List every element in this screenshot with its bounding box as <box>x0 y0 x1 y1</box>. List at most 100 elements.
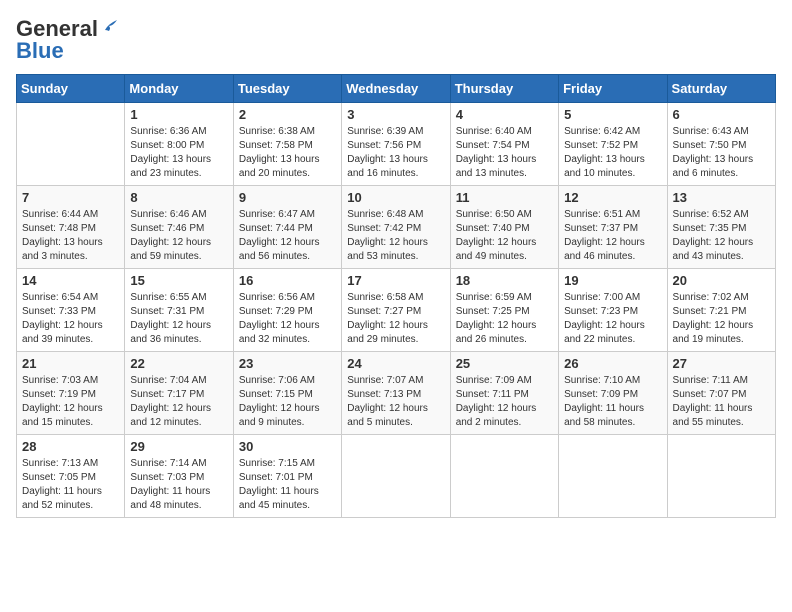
day-number: 24 <box>347 356 444 371</box>
calendar-cell: 22Sunrise: 7:04 AM Sunset: 7:17 PM Dayli… <box>125 352 233 435</box>
logo-blue: Blue <box>16 38 64 64</box>
day-info: Sunrise: 6:44 AM Sunset: 7:48 PM Dayligh… <box>22 208 119 264</box>
calendar-cell: 9Sunrise: 6:47 AM Sunset: 7:44 PM Daylig… <box>233 186 341 269</box>
day-number: 5 <box>564 107 661 122</box>
day-number: 9 <box>239 190 336 205</box>
day-number: 30 <box>239 439 336 454</box>
day-number: 4 <box>456 107 553 122</box>
calendar-cell: 27Sunrise: 7:11 AM Sunset: 7:07 PM Dayli… <box>667 352 775 435</box>
day-info: Sunrise: 6:48 AM Sunset: 7:42 PM Dayligh… <box>347 208 444 264</box>
calendar-cell <box>342 435 450 518</box>
calendar-cell <box>450 435 558 518</box>
calendar-cell: 26 Sunrise: 7:10 AM Sunset: 7:09 PM Dayli… <box>559 352 667 435</box>
day-info: Sunrise: 6:50 AM Sunset: 7:40 PM Dayligh… <box>456 208 553 264</box>
calendar-week-2: 7 Sunrise: 6:44 AM Sunset: 7:48 PM Daylig… <box>17 186 776 269</box>
day-number: 14 <box>22 273 119 288</box>
calendar-cell: 14 Sunrise: 6:54 AM Sunset: 7:33 PM Dayli… <box>17 269 125 352</box>
day-number: 28 <box>22 439 119 454</box>
page-header: General Blue <box>16 16 776 64</box>
day-number: 18 <box>456 273 553 288</box>
day-info: Sunrise: 6:42 AM Sunset: 7:52 PM Dayligh… <box>564 125 661 181</box>
day-number: 11 <box>456 190 553 205</box>
day-info: Sunrise: 6:55 AM Sunset: 7:31 PM Dayligh… <box>130 291 227 347</box>
day-number: 21 <box>22 356 119 371</box>
day-number: 29 <box>130 439 227 454</box>
day-number: 8 <box>130 190 227 205</box>
day-number: 6 <box>673 107 770 122</box>
calendar-cell: 10 Sunrise: 6:48 AM Sunset: 7:42 PM Dayli… <box>342 186 450 269</box>
weekday-monday: Monday <box>125 75 233 103</box>
calendar-cell <box>667 435 775 518</box>
day-info: Sunrise: 7:02 AM Sunset: 7:21 PM Dayligh… <box>673 291 770 347</box>
calendar-cell: 7 Sunrise: 6:44 AM Sunset: 7:48 PM Daylig… <box>17 186 125 269</box>
day-number: 17 <box>347 273 444 288</box>
day-number: 25 <box>456 356 553 371</box>
calendar-cell: 13Sunrise: 6:52 AM Sunset: 7:35 PM Dayli… <box>667 186 775 269</box>
logo: General Blue <box>16 16 117 64</box>
day-number: 27 <box>673 356 770 371</box>
day-number: 20 <box>673 273 770 288</box>
calendar-cell: 23 Sunrise: 7:06 AM Sunset: 7:15 PM Dayli… <box>233 352 341 435</box>
day-info: Sunrise: 7:14 AM Sunset: 7:03 PM Dayligh… <box>130 457 227 513</box>
day-info: Sunrise: 7:13 AM Sunset: 7:05 PM Dayligh… <box>22 457 119 513</box>
day-info: Sunrise: 6:51 AM Sunset: 7:37 PM Dayligh… <box>564 208 661 264</box>
calendar-cell: 17 Sunrise: 6:58 AM Sunset: 7:27 PM Dayli… <box>342 269 450 352</box>
calendar-cell: 12 Sunrise: 6:51 AM Sunset: 7:37 PM Dayli… <box>559 186 667 269</box>
day-info: Sunrise: 7:06 AM Sunset: 7:15 PM Dayligh… <box>239 374 336 430</box>
day-number: 3 <box>347 107 444 122</box>
day-number: 2 <box>239 107 336 122</box>
day-info: Sunrise: 6:59 AM Sunset: 7:25 PM Dayligh… <box>456 291 553 347</box>
day-info: Sunrise: 6:54 AM Sunset: 7:33 PM Dayligh… <box>22 291 119 347</box>
day-info: Sunrise: 6:36 AM Sunset: 8:00 PM Dayligh… <box>130 125 227 181</box>
weekday-wednesday: Wednesday <box>342 75 450 103</box>
calendar-cell: 15 Sunrise: 6:55 AM Sunset: 7:31 PM Dayli… <box>125 269 233 352</box>
calendar-cell: 21 Sunrise: 7:03 AM Sunset: 7:19 PM Dayli… <box>17 352 125 435</box>
calendar-cell: 8 Sunrise: 6:46 AM Sunset: 7:46 PM Daylig… <box>125 186 233 269</box>
weekday-sunday: Sunday <box>17 75 125 103</box>
day-info: Sunrise: 7:10 AM Sunset: 7:09 PM Dayligh… <box>564 374 661 430</box>
day-number: 16 <box>239 273 336 288</box>
calendar-cell <box>17 103 125 186</box>
day-info: Sunrise: 6:56 AM Sunset: 7:29 PM Dayligh… <box>239 291 336 347</box>
calendar-body: 1 Sunrise: 6:36 AM Sunset: 8:00 PM Daylig… <box>17 103 776 518</box>
calendar-cell: 25 Sunrise: 7:09 AM Sunset: 7:11 PM Dayli… <box>450 352 558 435</box>
day-number: 23 <box>239 356 336 371</box>
day-number: 10 <box>347 190 444 205</box>
calendar-week-4: 21 Sunrise: 7:03 AM Sunset: 7:19 PM Dayli… <box>17 352 776 435</box>
day-info: Sunrise: 7:00 AM Sunset: 7:23 PM Dayligh… <box>564 291 661 347</box>
logo-bird-icon <box>99 16 117 34</box>
calendar-cell: 20 Sunrise: 7:02 AM Sunset: 7:21 PM Dayli… <box>667 269 775 352</box>
day-info: Sunrise: 6:40 AM Sunset: 7:54 PM Dayligh… <box>456 125 553 181</box>
day-number: 1 <box>130 107 227 122</box>
calendar-cell: 28 Sunrise: 7:13 AM Sunset: 7:05 PM Dayli… <box>17 435 125 518</box>
day-info: Sunrise: 6:52 AM Sunset: 7:35 PM Dayligh… <box>673 208 770 264</box>
day-number: 12 <box>564 190 661 205</box>
weekday-saturday: Saturday <box>667 75 775 103</box>
day-info: Sunrise: 7:15 AM Sunset: 7:01 PM Dayligh… <box>239 457 336 513</box>
calendar-cell: 24 Sunrise: 7:07 AM Sunset: 7:13 PM Dayli… <box>342 352 450 435</box>
calendar-cell: 30 Sunrise: 7:15 AM Sunset: 7:01 PM Dayli… <box>233 435 341 518</box>
day-info: Sunrise: 6:38 AM Sunset: 7:58 PM Dayligh… <box>239 125 336 181</box>
day-info: Sunrise: 7:09 AM Sunset: 7:11 PM Dayligh… <box>456 374 553 430</box>
day-info: Sunrise: 7:04 AM Sunset: 7:17 PM Dayligh… <box>130 374 227 430</box>
calendar-week-1: 1 Sunrise: 6:36 AM Sunset: 8:00 PM Daylig… <box>17 103 776 186</box>
day-info: Sunrise: 6:58 AM Sunset: 7:27 PM Dayligh… <box>347 291 444 347</box>
day-number: 15 <box>130 273 227 288</box>
calendar-table: SundayMondayTuesdayWednesdayThursdayFrid… <box>16 74 776 518</box>
calendar-cell: 3Sunrise: 6:39 AM Sunset: 7:56 PM Daylig… <box>342 103 450 186</box>
calendar-cell: 29 Sunrise: 7:14 AM Sunset: 7:03 PM Dayli… <box>125 435 233 518</box>
calendar-cell: 11 Sunrise: 6:50 AM Sunset: 7:40 PM Dayli… <box>450 186 558 269</box>
calendar-cell: 16 Sunrise: 6:56 AM Sunset: 7:29 PM Dayli… <box>233 269 341 352</box>
weekday-friday: Friday <box>559 75 667 103</box>
day-number: 26 <box>564 356 661 371</box>
day-info: Sunrise: 7:03 AM Sunset: 7:19 PM Dayligh… <box>22 374 119 430</box>
calendar-cell: 6Sunrise: 6:43 AM Sunset: 7:50 PM Daylig… <box>667 103 775 186</box>
day-info: Sunrise: 7:07 AM Sunset: 7:13 PM Dayligh… <box>347 374 444 430</box>
day-info: Sunrise: 6:46 AM Sunset: 7:46 PM Dayligh… <box>130 208 227 264</box>
calendar-cell <box>559 435 667 518</box>
day-number: 7 <box>22 190 119 205</box>
weekday-tuesday: Tuesday <box>233 75 341 103</box>
weekday-thursday: Thursday <box>450 75 558 103</box>
weekday-header-row: SundayMondayTuesdayWednesdayThursdayFrid… <box>17 75 776 103</box>
calendar-cell: 1 Sunrise: 6:36 AM Sunset: 8:00 PM Daylig… <box>125 103 233 186</box>
